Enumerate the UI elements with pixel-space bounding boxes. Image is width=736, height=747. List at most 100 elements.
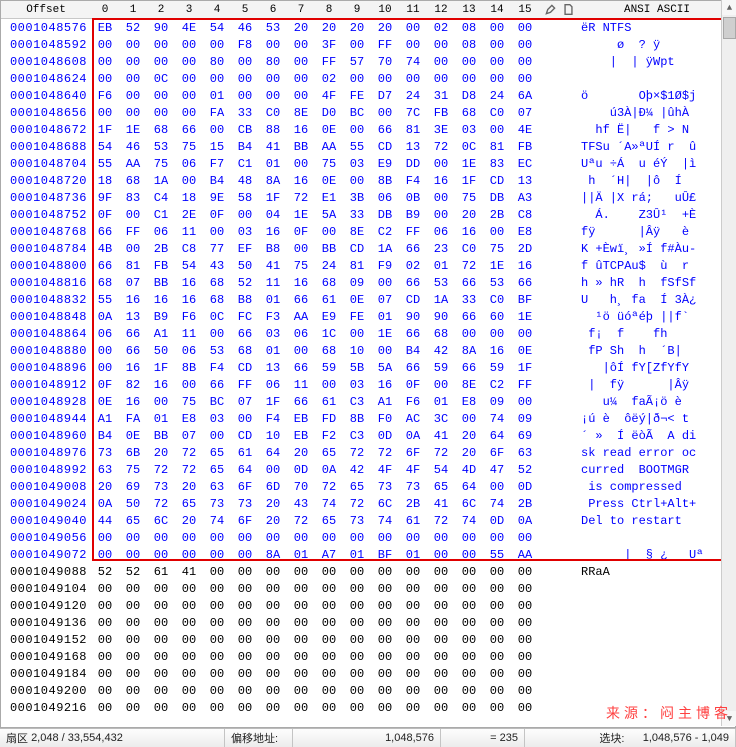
ascii-cell[interactable]: ö Oþ×$1Ø$j xyxy=(579,89,735,103)
ascii-cell[interactable]: curred BOOTMGR xyxy=(579,463,735,477)
hex-row[interactable]: 0001049200000000000000000000000000000000… xyxy=(1,682,735,699)
ascii-cell[interactable]: K +Èwï¸ »Í f#Àu- xyxy=(579,242,735,256)
hex-cell[interactable]: 0666A111006603061C001E6668000000 xyxy=(91,327,539,341)
ascii-cell[interactable]: ´ » Í ëòÃ A di xyxy=(579,429,735,443)
ascii-cell[interactable]: | fÿ |Âÿ xyxy=(579,378,735,392)
hex-cell[interactable]: 0A13B9F60CFCF3AAE9FE01909066601E xyxy=(91,310,539,324)
hex-row[interactable]: 000104900820697320636F6D7072657373656400… xyxy=(1,478,735,495)
ascii-cell[interactable]: | § ¿ Uª xyxy=(579,548,735,562)
hex-row[interactable]: 0001048960B40EBB0700CD10EBF2C30D0A412064… xyxy=(1,427,735,444)
hex-row[interactable]: 0001049184000000000000000000000000000000… xyxy=(1,665,735,682)
hex-row[interactable]: 0001048944A1FA01E80300F4EBFD8BF0AC3C0074… xyxy=(1,410,735,427)
hex-row[interactable]: 00010488480A13B9F60CFCF3AAE9FE0190906660… xyxy=(1,308,735,325)
hex-cell[interactable]: 0A5072657373204374726C2B416C742B xyxy=(91,497,539,511)
ascii-cell[interactable]: U h¸ fa Í 3À¿ xyxy=(579,293,735,307)
hex-row[interactable]: 00010486885446537515B441BBAA55CD13720C81… xyxy=(1,138,735,155)
hex-cell[interactable]: 0000000080008000FF57707400000000 xyxy=(91,55,539,69)
hex-cell[interactable]: 5516161668B80166610E07CD1A33C0BF xyxy=(91,293,539,307)
ascii-cell[interactable]: h » hR h fSfSf xyxy=(579,276,735,290)
ascii-cell[interactable]: Press Ctrl+Alt+ xyxy=(579,497,735,511)
hex-row[interactable]: 00010488006681FB54435041752481F90201721E… xyxy=(1,257,735,274)
hex-row[interactable]: 00010488640666A111006603061C001E66680000… xyxy=(1,325,735,342)
hex-row[interactable]: 00010490240A5072657373204374726C2B416C74… xyxy=(1,495,735,512)
ascii-cell[interactable]: | | ÿWpt xyxy=(579,55,735,69)
ascii-cell[interactable]: Del to restart xyxy=(579,514,735,528)
ascii-cell[interactable] xyxy=(579,72,735,86)
ascii-cell[interactable]: sk read error oc xyxy=(579,446,735,460)
hex-cell[interactable]: 1F1E686600CB88160E0066813E03004E xyxy=(91,123,539,137)
hex-rows[interactable]: 0001048576EB52904E5446532020202000020800… xyxy=(1,19,735,727)
ascii-cell[interactable]: f ûTCPAu$ ù r xyxy=(579,259,735,273)
hex-cell[interactable]: 0E160075BC071F6661C3A1F601E80900 xyxy=(91,395,539,409)
hex-row[interactable]: 0001048992637572726564000D0A424F4F544D47… xyxy=(1,461,735,478)
hex-cell[interactable]: 44656C20746F20726573746172740D0A xyxy=(91,514,539,528)
hex-row[interactable]: 0001049136000000000000000000000000000000… xyxy=(1,614,735,631)
header-tools[interactable] xyxy=(539,4,579,15)
hex-cell[interactable]: 0F00C12E0F00041E5A33DBB900202BC8 xyxy=(91,208,539,222)
ascii-cell[interactable]: ëR NTFS xyxy=(579,21,735,35)
ascii-cell[interactable] xyxy=(579,701,735,715)
ascii-cell[interactable]: ¹ö üóªéþ ||f` xyxy=(579,310,735,324)
ascii-cell[interactable]: |ôÍ fY[ZfYfY xyxy=(579,361,735,375)
ascii-cell[interactable]: fP Sh h ´B| xyxy=(579,344,735,358)
ascii-cell[interactable] xyxy=(579,633,735,647)
hex-cell[interactable]: 00000000000000000000000000000000 xyxy=(91,667,539,681)
hex-row[interactable]: 0001049152000000000000000000000000000000… xyxy=(1,631,735,648)
hex-row[interactable]: 0001049088525261410000000000000000000000… xyxy=(1,563,735,580)
hex-row[interactable]: 0001049104000000000000000000000000000000… xyxy=(1,580,735,597)
hex-cell[interactable]: 00000000FA33C08ED0BC007CFB68C007 xyxy=(91,106,539,120)
ascii-cell[interactable] xyxy=(579,582,735,596)
hex-row[interactable]: 000104872018681A00B4488A160E008BF4161FCD… xyxy=(1,172,735,189)
hex-row[interactable]: 0001049120000000000000000000000000000000… xyxy=(1,597,735,614)
hex-cell[interactable]: A1FA01E80300F4EBFD8BF0AC3C007409 xyxy=(91,412,539,426)
ascii-cell[interactable]: Uªu ÷Á u éÝ |ì xyxy=(579,157,735,171)
hex-cell[interactable]: 637572726564000D0A424F4F544D4752 xyxy=(91,463,539,477)
hex-cell[interactable]: 52526141000000000000000000000000 xyxy=(91,565,539,579)
hex-row[interactable]: 000104870455AA7506F7C101007503E9DD001E83… xyxy=(1,155,735,172)
hex-row[interactable]: 00010488800066500653680100681000B4428A16… xyxy=(1,342,735,359)
hex-cell[interactable]: 00000000000000000000000000000000 xyxy=(91,633,539,647)
hex-cell[interactable]: 00000000000000000000000000000000 xyxy=(91,650,539,664)
hex-row[interactable]: 0001049216000000000000000000000000000000… xyxy=(1,699,735,716)
hex-row[interactable]: 000104876866FF06110003160F008EC2FF061600… xyxy=(1,223,735,240)
hex-cell[interactable]: 00000000000000000000000000000000 xyxy=(91,599,539,613)
hex-row[interactable]: 00010489120F82160066FF06110003160F008EC2… xyxy=(1,376,735,393)
pencil-icon[interactable] xyxy=(545,4,556,15)
hex-cell[interactable]: 00000000000000000000000000000000 xyxy=(91,701,539,715)
ascii-cell[interactable]: h ´H| |ô Í xyxy=(579,174,735,188)
ascii-cell[interactable]: Á. Z3Û¹ +È xyxy=(579,208,735,222)
hex-row[interactable]: 00010489280E160075BC071F6661C3A1F601E809… xyxy=(1,393,735,410)
hex-row[interactable]: 0001048640F6000000010000004FFED72431D824… xyxy=(1,87,735,104)
ascii-cell[interactable]: ¡ú è ôëý|ð¬< t xyxy=(579,412,735,426)
hex-cell[interactable]: EB52904E544653202020200002080000 xyxy=(91,21,539,35)
ascii-cell[interactable]: TFSu ´A»ªUÍ r û xyxy=(579,140,735,154)
hex-cell[interactable]: 0066500653680100681000B4428A160E xyxy=(91,344,539,358)
hex-row[interactable]: 00010486721F1E686600CB88160E0066813E0300… xyxy=(1,121,735,138)
ascii-cell[interactable]: fÿ |Âÿ è xyxy=(579,225,735,239)
ascii-cell[interactable]: u¼ faÃ¡ö è xyxy=(579,395,735,409)
hex-row[interactable]: 00010486080000000080008000FF577074000000… xyxy=(1,53,735,70)
ascii-cell[interactable]: ø ? ÿ xyxy=(579,38,735,52)
hex-cell[interactable]: 6807BB16685211166809006653665366 xyxy=(91,276,539,290)
hex-cell[interactable]: 00161F8BF4CD1366595B5A665966591F xyxy=(91,361,539,375)
hex-row[interactable]: 000104865600000000FA33C08ED0BC007CFB68C0… xyxy=(1,104,735,121)
hex-cell[interactable]: 20697320636F6D70726573736564000D xyxy=(91,480,539,494)
ascii-cell[interactable] xyxy=(579,599,735,613)
hex-row[interactable]: 000104862400000C000000000002000000000000… xyxy=(1,70,735,87)
hex-row[interactable]: 0001049056000000000000000000000000000000… xyxy=(1,529,735,546)
ascii-cell[interactable] xyxy=(579,616,735,630)
hex-row[interactable]: 0001048576EB52904E5446532020202000020800… xyxy=(1,19,735,36)
hex-row[interactable]: 00010490720000000000008A01A701BF01000055… xyxy=(1,546,735,563)
ascii-cell[interactable] xyxy=(579,667,735,681)
hex-cell[interactable]: 4B002BC877EFB800BBCD1A6623C0752D xyxy=(91,242,539,256)
scroll-thumb[interactable] xyxy=(723,17,736,39)
hex-row[interactable]: 00010487369F83C4189E581F72E13B060B0075DB… xyxy=(1,189,735,206)
hex-cell[interactable]: 00000C00000000000200000000000000 xyxy=(91,72,539,86)
hex-cell[interactable]: 00000000000000000000000000000000 xyxy=(91,684,539,698)
ascii-cell[interactable] xyxy=(579,531,735,545)
hex-cell[interactable]: 736B2072656164206572726F72206F63 xyxy=(91,446,539,460)
ascii-cell[interactable]: is compressed xyxy=(579,480,735,494)
vertical-scrollbar[interactable]: ▲ ▼ xyxy=(721,0,736,726)
hex-cell[interactable]: 55AA7506F7C101007503E9DD001E83EC xyxy=(91,157,539,171)
ascii-cell[interactable]: ||Ä |X rá; uÛ£ xyxy=(579,191,735,205)
